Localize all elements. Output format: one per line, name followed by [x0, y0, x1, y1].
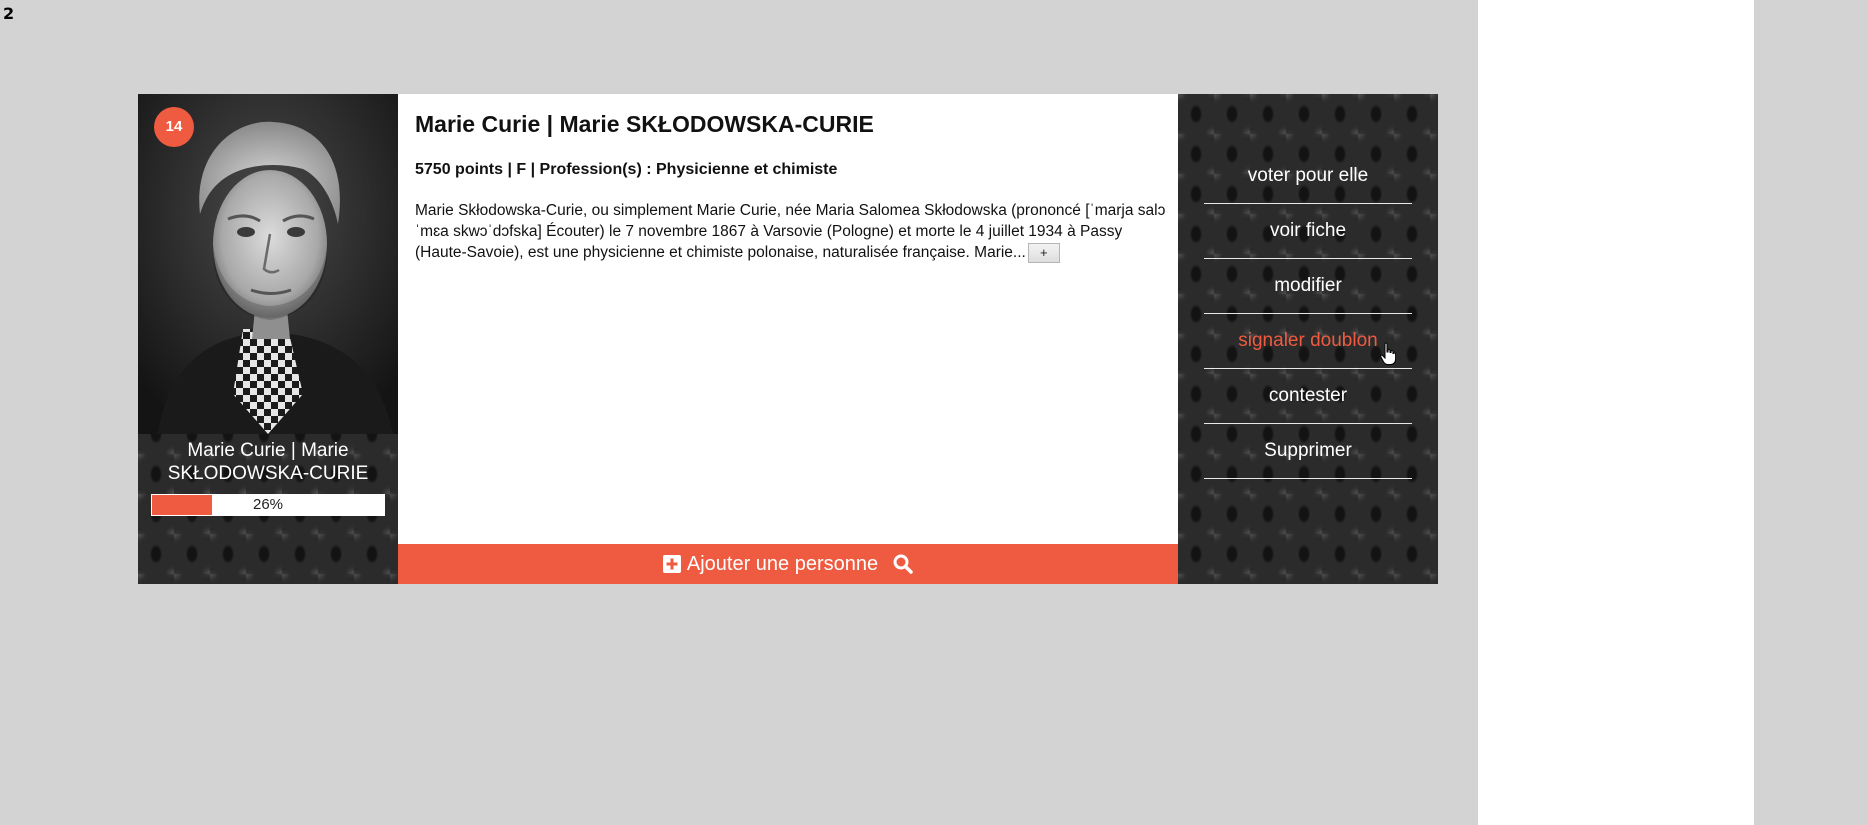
- view-profile-label: voir fiche: [1269, 220, 1347, 241]
- action-menu: voter pour elle voir fiche modifier sign…: [1204, 149, 1412, 479]
- delete-button[interactable]: Supprimer: [1204, 424, 1412, 479]
- vote-button[interactable]: voter pour elle: [1204, 149, 1412, 204]
- person-card: 14 Marie Curie | Marie SKŁODOWSKA-CURIE …: [138, 94, 1438, 584]
- person-meta: 5750 points | F | Profession(s) : Physic…: [415, 161, 838, 178]
- expand-description-button[interactable]: +: [1027, 243, 1060, 263]
- hand-cursor-icon: [1380, 342, 1396, 365]
- contest-label: contester: [1268, 385, 1348, 406]
- plus-square-icon: [662, 555, 681, 573]
- report-duplicate-label: signaler doublon: [1238, 330, 1378, 351]
- popularity-progress-bar: 26%: [151, 494, 385, 516]
- person-description: Marie Skłodowska-Curie, ou simplement Ma…: [415, 200, 1167, 263]
- edit-label: modifier: [1274, 275, 1342, 296]
- actions-panel: voter pour elle voir fiche modifier sign…: [1178, 94, 1438, 584]
- search-icon[interactable]: [893, 554, 913, 574]
- rank-badge: 14: [154, 107, 194, 147]
- contest-button[interactable]: contester: [1204, 369, 1412, 424]
- add-person-button[interactable]: Ajouter une personne: [398, 544, 1178, 584]
- vote-label: voter pour elle: [1247, 165, 1369, 186]
- view-profile-button[interactable]: voir fiche: [1204, 204, 1412, 259]
- add-person-label: Ajouter une personne: [686, 552, 879, 575]
- page-number: 2: [3, 4, 15, 23]
- delete-label: Supprimer: [1264, 440, 1352, 461]
- person-portrait-panel: 14 Marie Curie | Marie SKŁODOWSKA-CURIE …: [138, 94, 398, 584]
- edit-button[interactable]: modifier: [1204, 259, 1412, 314]
- person-short-name[interactable]: Marie Curie | Marie SKŁODOWSKA-CURIE: [138, 439, 398, 485]
- side-blank-column: [1478, 0, 1754, 825]
- person-details-panel: Marie Curie | Marie SKŁODOWSKA-CURIE 575…: [398, 94, 1178, 584]
- person-title[interactable]: Marie Curie | Marie SKŁODOWSKA-CURIE: [415, 111, 874, 138]
- progress-label: 26%: [252, 496, 284, 513]
- report-duplicate-button[interactable]: signaler doublon: [1204, 314, 1412, 369]
